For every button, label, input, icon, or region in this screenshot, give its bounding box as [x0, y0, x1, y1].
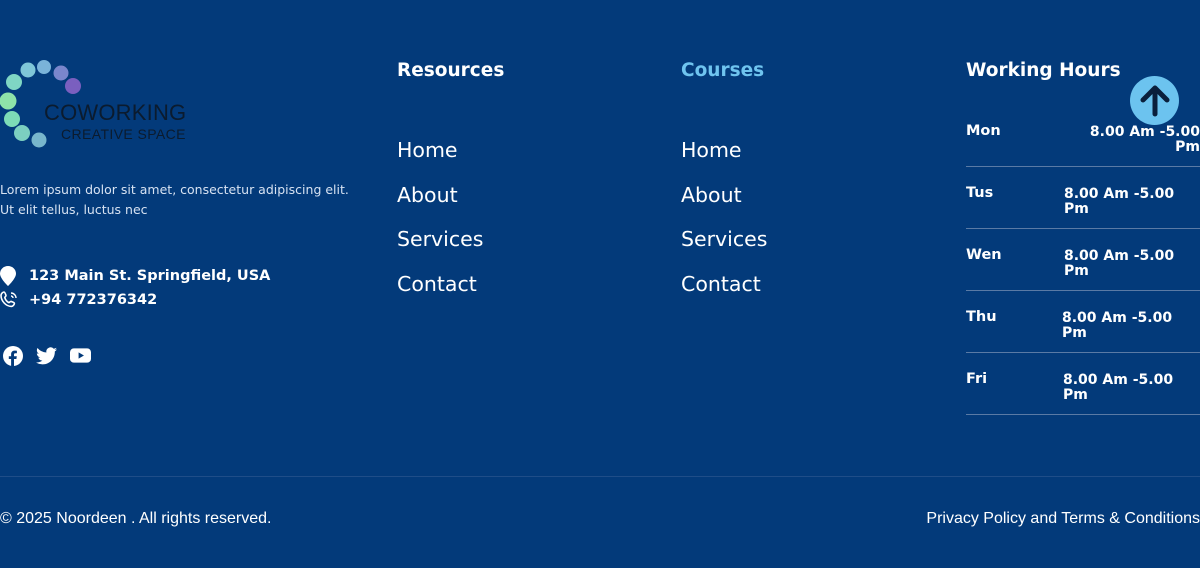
hours-row: Fri 8.00 Am -5.00 Pm [966, 353, 1200, 415]
address-text: 123 Main St. Springfield, USA [29, 268, 271, 284]
courses-heading: Courses [681, 60, 765, 81]
phone-text: +94 772376342 [29, 292, 158, 308]
resources-heading: Resources [397, 60, 505, 81]
courses-link-about[interactable]: About [681, 183, 767, 228]
resources-link-contact[interactable]: Contact [397, 272, 483, 317]
facebook-icon[interactable] [2, 345, 23, 366]
address-line: 123 Main St. Springfield, USA [0, 266, 270, 286]
hours-day: Wen [966, 247, 1002, 263]
hours-row: Thu 8.00 Am -5.00 Pm [966, 291, 1200, 353]
resources-link-about[interactable]: About [397, 183, 483, 228]
scroll-to-top-button[interactable] [1130, 76, 1179, 125]
social-links [2, 345, 91, 366]
hours-time: 8.00 Am -5.00 Pm [1089, 124, 1200, 155]
footer-divider [0, 476, 1200, 477]
twitter-icon[interactable] [36, 345, 57, 366]
logo-subtitle: CREATIVE SPACE [61, 126, 186, 142]
courses-link-contact[interactable]: Contact [681, 272, 767, 317]
phone-line[interactable]: +94 772376342 [0, 291, 157, 309]
hours-time: 8.00 Am -5.00 Pm [1064, 248, 1175, 279]
hours-day: Fri [966, 371, 988, 387]
phone-icon [0, 291, 22, 309]
hours-time: 8.00 Am -5.00 Pm [1062, 310, 1173, 341]
map-pin-icon [0, 266, 22, 286]
courses-link-services[interactable]: Services [681, 227, 767, 272]
resources-link-services[interactable]: Services [397, 227, 483, 272]
brand-logo[interactable]: COWORKING CREATIVE SPACE [0, 58, 200, 153]
resources-link-home[interactable]: Home [397, 138, 483, 183]
hours-row: Wen 8.00 Am -5.00 Pm [966, 229, 1200, 291]
arrow-up-icon [1140, 85, 1169, 116]
logo-title: COWORKING [44, 100, 187, 125]
courses-link-home[interactable]: Home [681, 138, 767, 183]
working-hours-heading: Working Hours [966, 60, 1121, 81]
youtube-icon[interactable] [70, 345, 91, 366]
resources-links: Home About Services Contact [397, 138, 483, 316]
hours-day: Mon [966, 123, 1001, 139]
hours-day: Thu [966, 309, 997, 325]
hours-time: 8.00 Am -5.00 Pm [1063, 372, 1174, 403]
hours-row: Tus 8.00 Am -5.00 Pm [966, 167, 1200, 229]
about-description: Lorem ipsum dolor sit amet, consectetur … [0, 182, 349, 217]
privacy-terms-link[interactable]: Privacy Policy and Terms & Conditions [926, 510, 1200, 528]
copyright-text: © 2025 Noordeen . All rights reserved. [0, 510, 272, 527]
hours-day: Tus [966, 185, 994, 201]
hours-time: 8.00 Am -5.00 Pm [1064, 186, 1175, 217]
courses-links: Home About Services Contact [681, 138, 767, 316]
